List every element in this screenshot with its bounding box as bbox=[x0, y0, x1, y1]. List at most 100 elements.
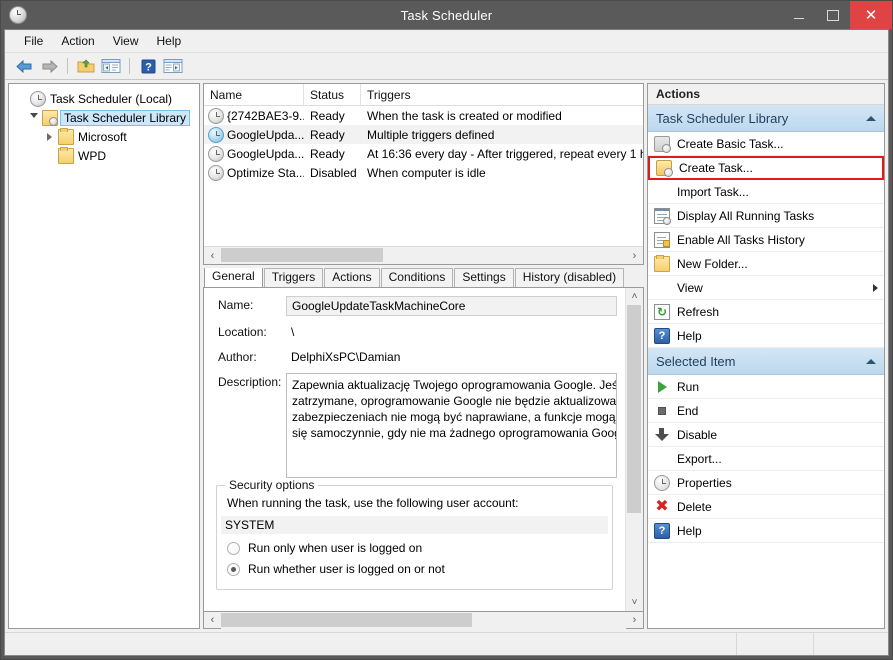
tab-general[interactable]: General bbox=[204, 268, 263, 287]
tab-actions[interactable]: Actions bbox=[324, 268, 380, 287]
column-header-status[interactable]: Status bbox=[304, 84, 361, 105]
action-view[interactable]: View bbox=[648, 276, 884, 300]
action-help-library[interactable]: ? Help bbox=[648, 324, 884, 348]
table-row[interactable]: GoogleUpda... Ready Multiple triggers de… bbox=[204, 125, 643, 144]
scroll-thumb[interactable] bbox=[221, 248, 383, 262]
action-label: Refresh bbox=[677, 304, 720, 319]
task-status: Ready bbox=[310, 146, 345, 161]
tab-triggers[interactable]: Triggers bbox=[263, 268, 324, 287]
scroll-left-icon[interactable]: ‹ bbox=[204, 247, 221, 264]
tab-conditions[interactable]: Conditions bbox=[380, 268, 454, 287]
tree-node-label: Task Scheduler (Local) bbox=[50, 91, 173, 106]
scroll-right-icon[interactable]: › bbox=[626, 612, 643, 629]
table-row[interactable]: {2742BAE3-9... Ready When the task is cr… bbox=[204, 106, 643, 125]
radio-run-whether-logged-on[interactable]: Run whether user is logged on or not bbox=[227, 562, 602, 576]
up-folder-button[interactable] bbox=[75, 56, 97, 76]
author-label: Author: bbox=[218, 350, 257, 364]
scroll-left-icon[interactable]: ‹ bbox=[204, 612, 221, 629]
column-header-name[interactable]: Name bbox=[204, 84, 304, 105]
show-hide-console-tree-icon bbox=[101, 59, 121, 73]
scroll-thumb[interactable] bbox=[221, 612, 473, 627]
action-disable[interactable]: Disable bbox=[648, 423, 884, 447]
show-hide-action-pane-icon bbox=[163, 59, 183, 73]
action-export[interactable]: Export... bbox=[648, 447, 884, 471]
task-name: Optimize Sta... bbox=[227, 165, 304, 180]
menu-action[interactable]: Action bbox=[52, 32, 103, 50]
action-create-basic-task[interactable]: Create Basic Task... bbox=[648, 132, 884, 156]
forward-button[interactable] bbox=[38, 56, 60, 76]
task-name: {2742BAE3-9... bbox=[227, 108, 304, 123]
action-label: Properties bbox=[677, 475, 732, 490]
library-folder-icon bbox=[42, 109, 58, 126]
action-import-task[interactable]: Import Task... bbox=[648, 180, 884, 204]
chevron-up-icon[interactable] bbox=[866, 358, 876, 364]
action-create-task[interactable]: Create Task... bbox=[648, 156, 884, 180]
name-field[interactable]: GoogleUpdateTaskMachineCore bbox=[286, 296, 617, 316]
back-button[interactable] bbox=[13, 56, 35, 76]
table-row[interactable]: Optimize Sta... Disabled When computer i… bbox=[204, 163, 643, 182]
tree-node-wpd[interactable]: WPD bbox=[9, 146, 199, 165]
menu-file[interactable]: File bbox=[15, 32, 52, 50]
menu-help[interactable]: Help bbox=[148, 32, 191, 50]
action-delete[interactable]: ✖ Delete bbox=[648, 495, 884, 519]
tab-history[interactable]: History (disabled) bbox=[514, 268, 625, 287]
action-properties[interactable]: Properties bbox=[648, 471, 884, 495]
scroll-track[interactable] bbox=[626, 305, 643, 594]
tree-node-task-scheduler-library[interactable]: Task Scheduler Library bbox=[9, 108, 199, 127]
action-help-selected[interactable]: ? Help bbox=[648, 519, 884, 543]
details-horizontal-scrollbar[interactable]: ‹ › bbox=[203, 611, 644, 629]
display-running-tasks-icon bbox=[654, 207, 671, 225]
action-label: Help bbox=[677, 328, 702, 343]
menu-view[interactable]: View bbox=[104, 32, 148, 50]
scroll-track[interactable] bbox=[221, 611, 626, 629]
column-header-triggers[interactable]: Triggers bbox=[361, 84, 643, 105]
task-list-horizontal-scrollbar[interactable]: ‹ › bbox=[204, 246, 643, 264]
action-refresh[interactable]: ↻ Refresh bbox=[648, 300, 884, 324]
expander-placeholder bbox=[15, 92, 28, 105]
expander-open-icon[interactable] bbox=[27, 111, 40, 124]
expander-closed-icon[interactable] bbox=[43, 130, 56, 143]
show-hide-console-tree-button[interactable] bbox=[100, 56, 122, 76]
tree-node-microsoft[interactable]: Microsoft bbox=[9, 127, 199, 146]
name-field-row: Name: GoogleUpdateTaskMachineCore bbox=[204, 296, 625, 316]
console-tree-pane: Task Scheduler (Local) Task Scheduler Li… bbox=[8, 83, 200, 629]
task-list: Name Status Triggers {2742BAE3-9... Read… bbox=[203, 83, 644, 265]
scroll-down-icon[interactable]: ˅ bbox=[626, 594, 643, 611]
forward-icon bbox=[42, 59, 58, 73]
actions-section-selected-item[interactable]: Selected Item bbox=[648, 348, 884, 375]
expander-placeholder bbox=[43, 149, 56, 162]
description-field[interactable]: Zapewnia aktualizację Twojego oprogramow… bbox=[286, 373, 617, 478]
task-triggers: When computer is idle bbox=[367, 165, 486, 180]
scroll-thumb[interactable] bbox=[627, 305, 641, 514]
task-details-panel: General Triggers Actions Conditions Sett… bbox=[203, 268, 644, 629]
actions-section-task-scheduler-library[interactable]: Task Scheduler Library bbox=[648, 105, 884, 132]
action-enable-all-tasks-history[interactable]: Enable All Tasks History bbox=[648, 228, 884, 252]
table-row[interactable]: GoogleUpda... Ready At 16:36 every day -… bbox=[204, 144, 643, 163]
action-run[interactable]: Run bbox=[648, 375, 884, 399]
radio-icon-selected[interactable] bbox=[227, 562, 240, 576]
tree-node-task-scheduler-local[interactable]: Task Scheduler (Local) bbox=[9, 89, 199, 108]
action-display-all-running-tasks[interactable]: Display All Running Tasks bbox=[648, 204, 884, 228]
radio-icon[interactable] bbox=[227, 541, 240, 555]
task-scheduler-window: Task Scheduler ✕ File Action View Help ?… bbox=[0, 0, 893, 660]
scroll-track[interactable] bbox=[221, 247, 626, 264]
task-name: GoogleUpda... bbox=[227, 146, 304, 161]
radio-run-only-logged-on[interactable]: Run only when user is logged on bbox=[227, 541, 602, 555]
folder-icon bbox=[58, 127, 74, 145]
author-field: DelphiXsPC\Damian bbox=[291, 350, 401, 364]
action-end[interactable]: End bbox=[648, 399, 884, 423]
clock-icon bbox=[30, 90, 46, 107]
task-triggers: Multiple triggers defined bbox=[367, 127, 495, 142]
scroll-right-icon[interactable]: › bbox=[626, 247, 643, 264]
refresh-icon: ↻ bbox=[654, 303, 670, 320]
actions-pane-header: Actions bbox=[648, 84, 884, 105]
scroll-up-icon[interactable]: ˄ bbox=[626, 288, 643, 305]
chevron-up-icon[interactable] bbox=[866, 115, 876, 121]
description-field-row: Description: Zapewnia aktualizację Twoje… bbox=[204, 373, 625, 478]
action-label: View bbox=[677, 280, 703, 295]
details-vertical-scrollbar[interactable]: ˄ ˅ bbox=[625, 288, 643, 611]
show-hide-action-pane-button[interactable] bbox=[162, 56, 184, 76]
tab-settings[interactable]: Settings bbox=[454, 268, 514, 287]
action-new-folder[interactable]: New Folder... bbox=[648, 252, 884, 276]
help-button[interactable]: ? bbox=[137, 56, 159, 76]
